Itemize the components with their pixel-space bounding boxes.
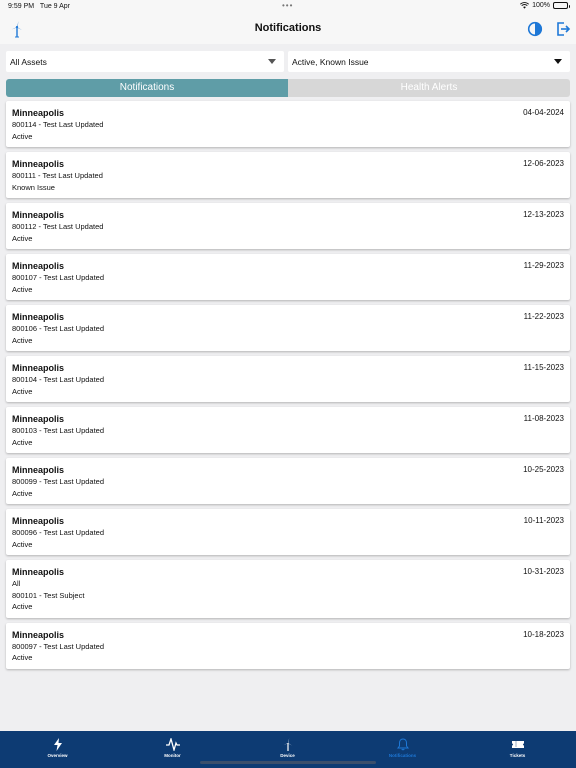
tab-label: Notifications xyxy=(388,753,417,758)
notification-site: Minneapolis xyxy=(12,261,65,271)
multitask-dots[interactable]: ••• xyxy=(282,1,293,10)
tab-health-alerts[interactable]: Health Alerts xyxy=(288,79,570,97)
wind-turbine-icon xyxy=(283,738,292,751)
wifi-icon xyxy=(520,2,530,9)
notification-detail: Active xyxy=(12,233,33,243)
notification-detail: Active xyxy=(12,386,33,396)
notification-card[interactable]: Minneapolis 10-11-2023 800096 - Test Last … xyxy=(6,509,570,555)
notification-card[interactable]: Minneapolis 11-22-2023 800106 - Test Last … xyxy=(6,305,570,351)
notification-detail: Active xyxy=(12,488,33,498)
notification-site: Minneapolis xyxy=(12,465,65,475)
segmented-control: Notifications Health Alerts xyxy=(6,79,570,97)
contrast-icon[interactable] xyxy=(527,21,543,37)
notification-detail: Active xyxy=(12,437,33,447)
notification-detail: 800111 - Test Last Updated xyxy=(12,171,103,180)
notification-list: Minneapolis 04-04-2024 800114 - Test Last … xyxy=(6,101,570,674)
chevron-down-icon xyxy=(554,59,562,64)
notification-date: 11-22-2023 xyxy=(523,312,564,321)
status-bar: 9:59 PM Tue 9 Apr ••• 100% xyxy=(0,0,576,14)
notification-detail: 800104 - Test Last Updated xyxy=(12,375,105,384)
tab-label: Device xyxy=(280,753,295,758)
battery-percent: 100% xyxy=(532,2,550,9)
notification-date: 10-18-2023 xyxy=(523,629,564,639)
notification-card[interactable]: Minneapolis 04-04-2024 800114 - Test Last … xyxy=(6,101,570,147)
page-title: Notifications xyxy=(254,22,322,34)
notification-date: 10-11-2023 xyxy=(523,516,564,525)
notification-detail: Active xyxy=(12,539,33,549)
tab-notifications[interactable]: Notifications xyxy=(6,79,288,97)
notification-card[interactable]: Minneapolis 12-13-2023 800112 - Test Last … xyxy=(6,203,570,249)
notification-site: Minneapolis xyxy=(12,414,65,424)
notification-date: 04-04-2024 xyxy=(523,108,564,117)
battery-icon xyxy=(553,2,570,9)
ticket-icon xyxy=(511,741,524,748)
asset-filter-select[interactable]: All Assets xyxy=(6,51,284,72)
notification-detail: Known Issue xyxy=(12,182,55,192)
notification-detail: 800099 - Test Last Updated xyxy=(12,477,105,486)
notification-date: 10-31-2023 xyxy=(523,567,564,576)
bell-icon xyxy=(396,738,409,751)
tab-label: Tickets xyxy=(509,753,526,758)
notification-detail: 800112 - Test Last Updated xyxy=(12,222,104,231)
notification-card[interactable]: Minneapolis 11-15-2023 800104 - Test Last … xyxy=(6,356,570,402)
notification-detail: 800101 - Test Subject xyxy=(12,590,85,600)
notification-site: Minneapolis xyxy=(12,363,65,373)
notification-detail: 800114 - Test Last Updated xyxy=(12,120,104,129)
tab-label: Overview xyxy=(47,753,68,758)
notification-site: Minneapolis xyxy=(12,210,65,220)
tab-bar: Overview Monitor Device Notifications Ti… xyxy=(0,731,576,768)
waveform-icon xyxy=(165,738,180,751)
notification-detail: 800106 - Test Last Updated xyxy=(12,324,105,333)
notification-date: 12-13-2023 xyxy=(523,210,564,219)
tab-label: Monitor xyxy=(164,753,181,758)
asset-filter-value: All Assets xyxy=(10,57,47,67)
status-time: 9:59 PM Tue 9 Apr xyxy=(8,3,71,10)
logout-icon[interactable] xyxy=(555,21,571,37)
filter-bar: All Assets Active, Known Issue xyxy=(6,51,570,72)
notification-card[interactable]: Minneapolis 10-25-2023 800099 - Test Last … xyxy=(6,458,570,504)
notification-site: Minneapolis xyxy=(12,312,65,322)
notification-card[interactable]: Minneapolis 12-06-2023 800111 - Test Last … xyxy=(6,152,570,198)
notification-card[interactable]: Minneapolis 11-08-2023 800103 - Test Last … xyxy=(6,407,570,453)
notification-card[interactable]: Minneapolis 11-29-2023 800107 - Test Last … xyxy=(6,254,570,300)
notification-date: 12-06-2023 xyxy=(523,159,564,168)
notification-site: Minneapolis xyxy=(12,108,65,118)
notification-detail: All xyxy=(12,579,21,588)
tab-overview[interactable]: Overview xyxy=(0,731,115,768)
lightning-icon xyxy=(53,738,62,751)
notification-date: 11-08-2023 xyxy=(523,414,564,423)
notification-site: Minneapolis xyxy=(12,159,65,169)
notification-site: Minneapolis xyxy=(12,567,65,577)
notification-date: 11-15-2023 xyxy=(523,363,564,372)
notification-detail: Active xyxy=(12,653,33,662)
notification-site: Minneapolis xyxy=(12,629,65,640)
nav-bar: Notifications xyxy=(0,14,576,44)
home-indicator xyxy=(200,761,376,764)
notification-card[interactable]: Minneapolis 10-18-2023 800097 - Test Last … xyxy=(6,622,570,669)
notification-detail: Active xyxy=(12,335,33,345)
notification-detail: 800103 - Test Last Updated xyxy=(12,426,105,435)
notification-detail: 800107 - Test Last Updated xyxy=(12,273,105,282)
notification-detail: Active xyxy=(12,284,33,294)
status-right: 100% xyxy=(520,2,570,9)
notification-date: 10-25-2023 xyxy=(523,465,564,474)
status-filter-select[interactable]: Active, Known Issue xyxy=(288,51,570,72)
tab-tickets[interactable]: Tickets xyxy=(460,731,575,768)
status-filter-value: Active, Known Issue xyxy=(292,57,369,67)
chevron-down-icon xyxy=(268,59,276,64)
notification-date: 11-29-2023 xyxy=(523,261,564,270)
notification-detail: 800097 - Test Last Updated xyxy=(12,641,105,651)
notification-detail: Active xyxy=(12,602,33,611)
notification-card[interactable]: Minneapolis 10-31-2023 All 800101 - Test Su… xyxy=(6,560,570,618)
notification-detail: Active xyxy=(12,131,33,141)
notification-site: Minneapolis xyxy=(12,516,65,526)
notification-detail: 800096 - Test Last Updated xyxy=(12,528,105,537)
